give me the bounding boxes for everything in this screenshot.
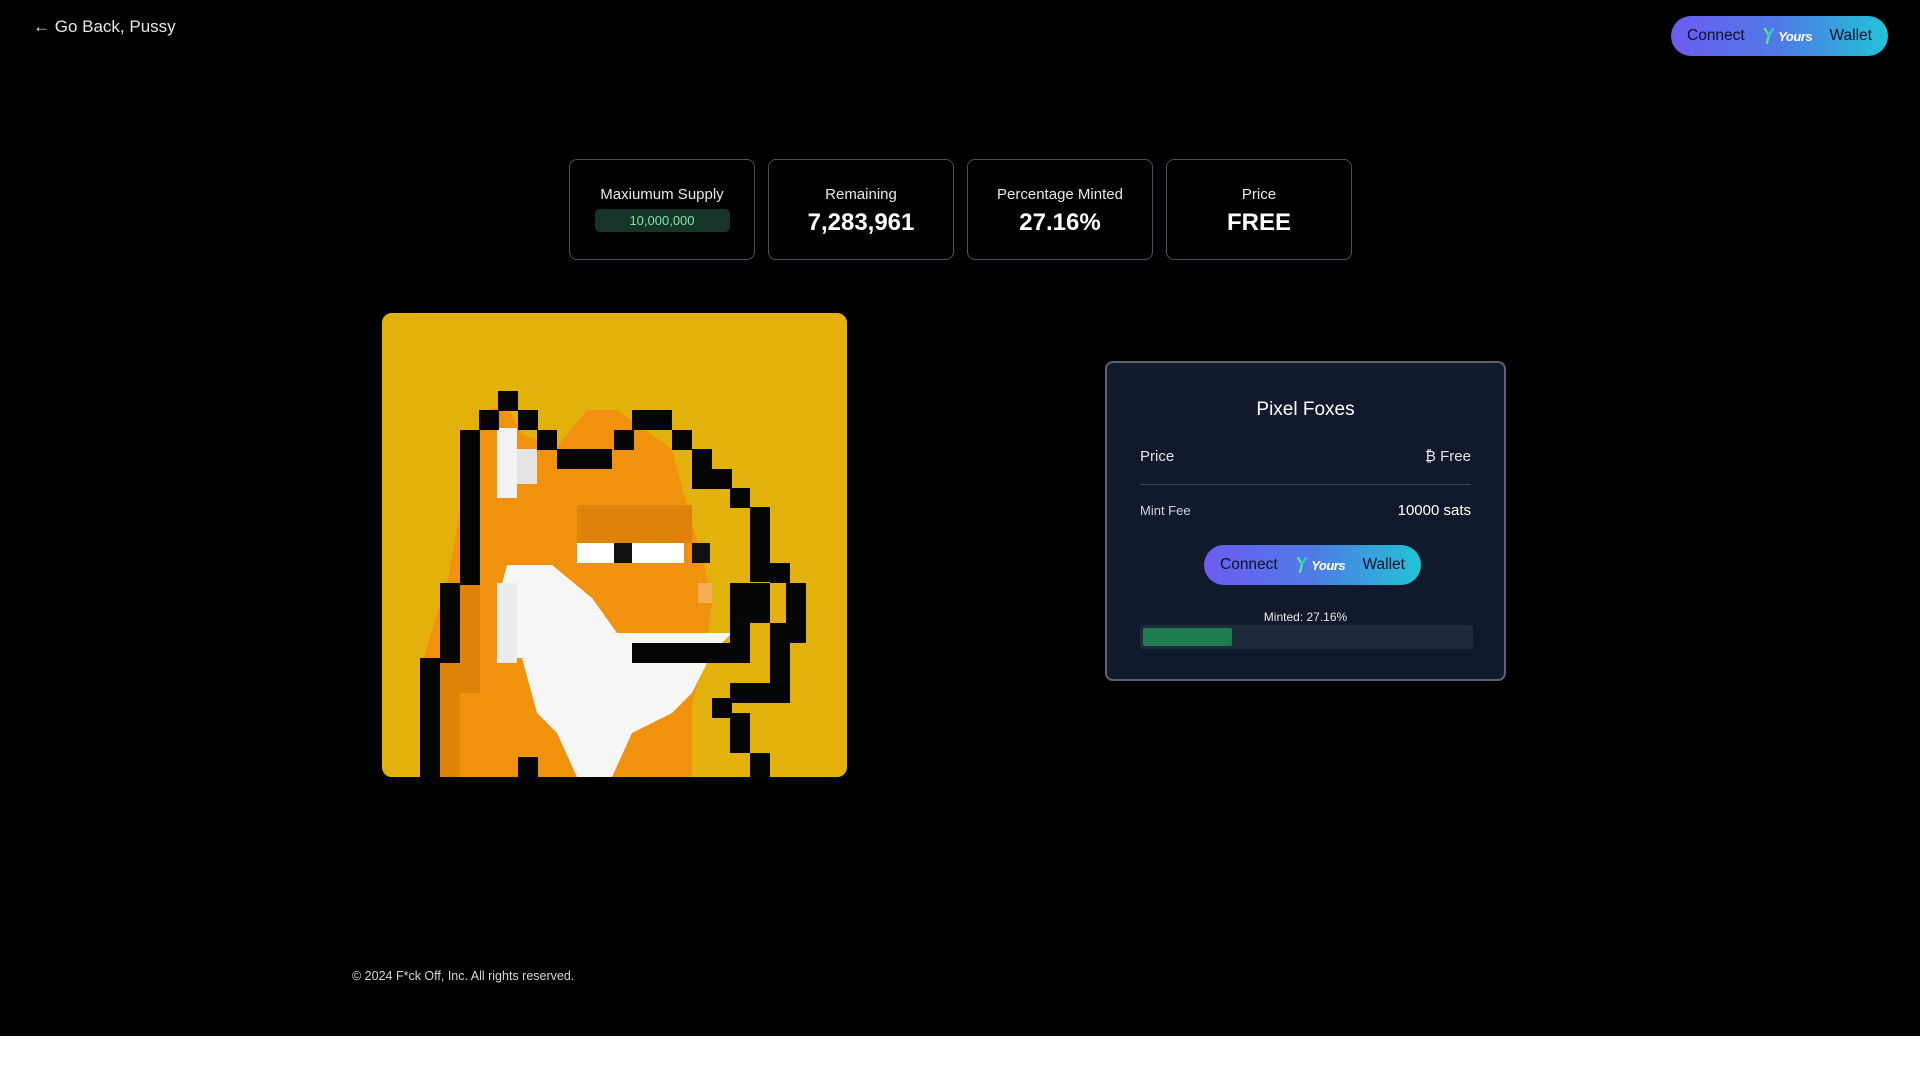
price-row: Price ₿ Free <box>1140 448 1471 465</box>
stat-card-remaining: Remaining 7,283,961 <box>768 159 954 260</box>
price-value: ₿ Free <box>1424 448 1471 465</box>
stat-value: 27.16% <box>1019 209 1101 236</box>
minted-progress-bar <box>1140 625 1473 649</box>
wallet-label: Wallet <box>1829 27 1873 44</box>
price-label: Price <box>1140 448 1175 465</box>
mint-fee-row: Mint Fee 10000 sats <box>1140 502 1471 519</box>
supply-badge: 10,000,000 <box>594 209 730 232</box>
stat-card-price: Price FREE <box>1166 159 1352 260</box>
page: ← Go Back, Pussy Connect Yours Wallet Ma… <box>0 0 1920 1036</box>
mint-fee-value: 10000 sats <box>1397 502 1471 519</box>
minted-label: Minted: 27.16% <box>1263 610 1348 624</box>
stat-label: Price <box>1241 186 1277 203</box>
yours-brand-label: Yours <box>1778 28 1813 44</box>
stat-card-max-supply: Maxiumum Supply 10,000,000 <box>569 159 755 260</box>
connect-wallet-button-mint[interactable]: Connect Yours Wallet <box>1204 545 1421 585</box>
minted-progress-fill <box>1143 628 1232 646</box>
yours-wallet-logo: Yours <box>1295 557 1346 573</box>
stat-label: Remaining <box>825 186 897 203</box>
wallet-label: Wallet <box>1362 556 1406 573</box>
pixel-fox-icon <box>382 313 847 777</box>
collection-title: Pixel Foxes <box>1256 399 1355 420</box>
stat-value: FREE <box>1226 209 1291 236</box>
yours-brand-label: Yours <box>1311 557 1346 573</box>
stat-card-percentage-minted: Percentage Minted 27.16% <box>967 159 1153 260</box>
connect-wallet-button-header[interactable]: Connect Yours Wallet <box>1671 16 1888 56</box>
mint-fee-label: Mint Fee <box>1140 503 1191 518</box>
connect-label: Connect <box>1220 556 1278 573</box>
mint-card: Pixel Foxes Price ₿ Free Mint Fee 10000 … <box>1105 361 1506 681</box>
stat-label: Maxiumum Supply <box>600 186 724 203</box>
footer-copyright: © 2024 F*ck Off, Inc. All rights reserve… <box>352 969 575 983</box>
stat-label: Percentage Minted <box>997 186 1123 203</box>
connect-label: Connect <box>1687 27 1745 44</box>
stat-value: 7,283,961 <box>807 209 915 236</box>
nft-artwork <box>382 313 847 777</box>
yours-icon <box>1763 28 1775 44</box>
yours-icon <box>1296 557 1308 573</box>
go-back-link[interactable]: ← Go Back, Pussy <box>33 17 176 37</box>
yours-wallet-logo: Yours <box>1762 28 1813 44</box>
divider <box>1140 484 1471 485</box>
